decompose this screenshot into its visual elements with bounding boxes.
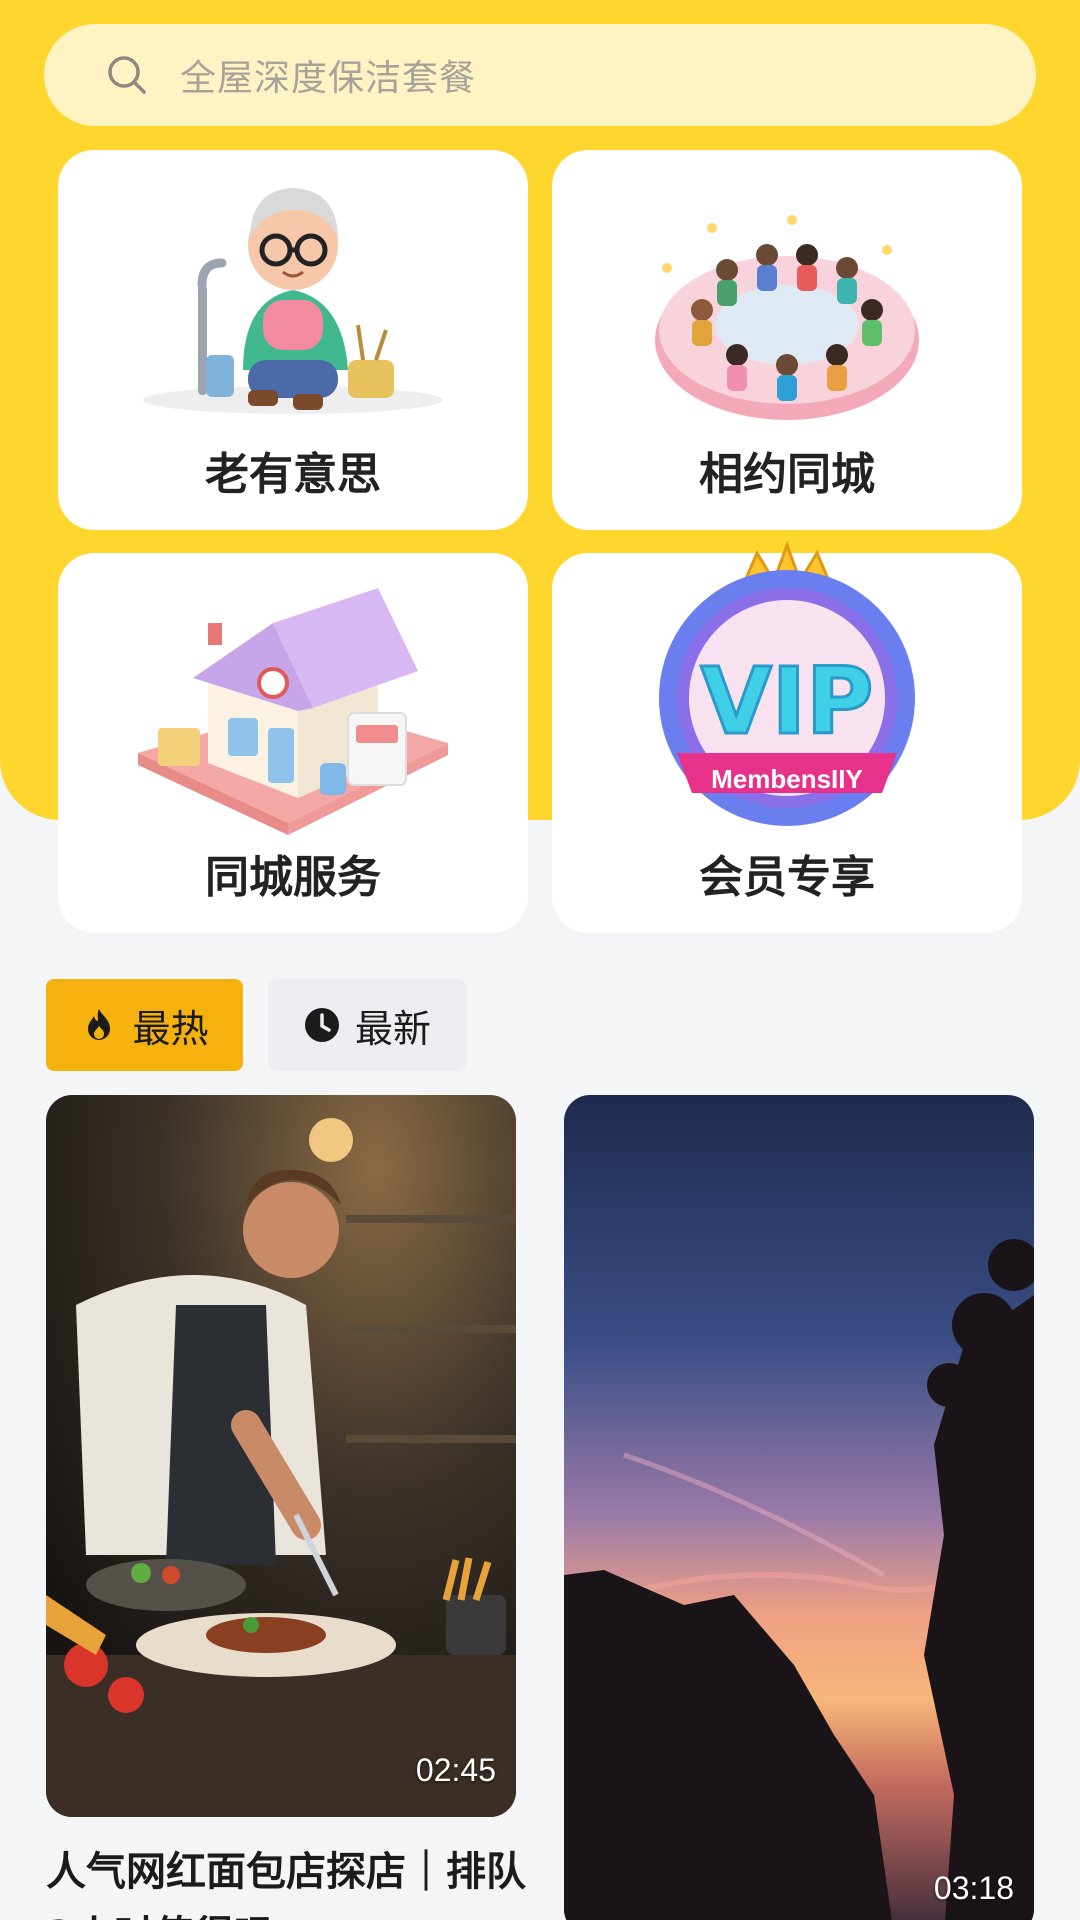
clock-icon — [304, 1008, 339, 1042]
category-card-elderly[interactable]: 老有意思 — [58, 150, 528, 530]
chef-cooking-thumbnail — [46, 1095, 516, 1817]
category-card-local-service[interactable]: 同城服务 — [58, 553, 528, 933]
search-icon — [108, 56, 146, 94]
tab-hot-label: 最热 — [132, 1006, 209, 1051]
vip-ribbon-text: MembensIIY — [711, 764, 863, 794]
tab-new[interactable]: 最新 — [268, 979, 466, 1071]
category-label: 相约同城 — [699, 449, 875, 500]
category-label: 老有意思 — [205, 449, 381, 500]
elderly-person-illustration — [143, 188, 443, 414]
tab-hot[interactable]: 最热 — [46, 979, 243, 1071]
category-label: 同城服务 — [205, 852, 381, 903]
video-duration: 03:18 — [933, 1870, 1014, 1906]
video-card[interactable]: 02:45 — [46, 1095, 516, 1817]
tab-new-label: 最新 — [354, 1006, 431, 1051]
video-title[interactable]: 人气网红面包店探店｜排队2小时值得吗 — [46, 1840, 526, 1920]
category-card-vip[interactable]: MembensIIY VIP 会员专享 — [552, 540, 1022, 933]
video-card[interactable]: 03:18 — [564, 1095, 1034, 1920]
category-label: 会员专享 — [699, 852, 875, 903]
house-service-illustration — [138, 588, 448, 835]
video-duration: 02:45 — [415, 1752, 496, 1788]
vip-badge-text: VIP — [701, 648, 874, 755]
sunset-cliff-thumbnail — [564, 1095, 1034, 1920]
vip-membership-badge: MembensIIY VIP — [659, 540, 915, 826]
page: 全屋深度保洁套餐 老有意思 相约同城 同城服务 MembensIIY VIP 会… — [0, 0, 1080, 1920]
category-card-meetup[interactable]: 相约同城 — [552, 150, 1022, 530]
meetup-group-illustration — [655, 215, 919, 420]
fire-icon — [88, 1009, 111, 1040]
search-placeholder: 全屋深度保洁套餐 — [180, 58, 477, 99]
search-bar[interactable]: 全屋深度保洁套餐 — [44, 24, 1036, 126]
